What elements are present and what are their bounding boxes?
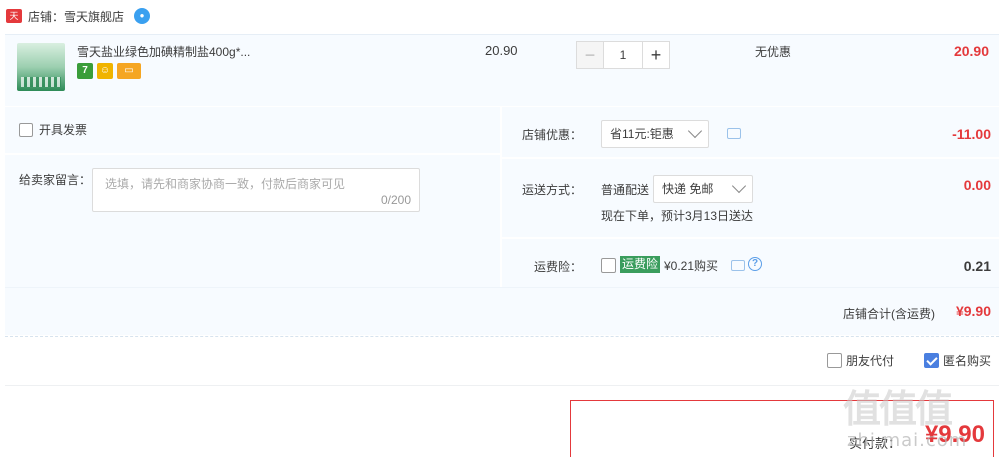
delivery-select[interactable]: 快递 免邮 bbox=[653, 175, 753, 203]
seller-message-label: 给卖家留言： bbox=[19, 173, 92, 187]
unit-price: 20.90 bbox=[485, 43, 518, 58]
anonymous-purchase-checkbox[interactable] bbox=[923, 353, 939, 368]
guarantee-badge-icon[interactable]: ☺ bbox=[97, 63, 113, 79]
watermark-url: zhi.mai.com bbox=[847, 430, 968, 451]
anonymous-purchase-label: 匿名购买 bbox=[942, 354, 991, 368]
shipping-insurance-row: 运费险： 运费险 ¥0.21购买 ? 0.21 bbox=[502, 241, 999, 287]
help-icon[interactable]: ? bbox=[748, 257, 762, 271]
friend-pay-option[interactable]: 朋友代付 bbox=[826, 352, 894, 369]
product-title-link[interactable]: 雪天盐业绿色加碘精制盐400g*... bbox=[77, 43, 277, 60]
delivery-eta: 现在下单，预计3月13日送达 bbox=[601, 209, 754, 223]
insurance-amount: 0.21 bbox=[963, 258, 991, 274]
watermark-logo: 值值值 bbox=[843, 386, 953, 431]
message-icon[interactable] bbox=[731, 260, 745, 271]
anonymous-purchase-option[interactable]: 匿名购买 bbox=[923, 352, 991, 369]
wangwang-chat-icon[interactable]: ● bbox=[134, 8, 151, 24]
shop-discount-value: 省11元:钜惠 bbox=[610, 127, 674, 141]
right-options-panel: 店铺优惠： 省11元:钜惠 -11.00 运送方式： 普通配送 快递 免邮 现在… bbox=[502, 107, 999, 287]
invoice-option[interactable]: 开具发票 bbox=[19, 121, 87, 138]
invoice-checkbox[interactable] bbox=[19, 122, 33, 137]
divider bbox=[5, 336, 999, 337]
insurance-price: ¥0.21购买 bbox=[664, 259, 719, 273]
quantity-decrease-button[interactable]: − bbox=[576, 41, 604, 69]
chevron-down-icon bbox=[687, 123, 703, 139]
divider bbox=[5, 153, 500, 155]
delivery-amount: 0.00 bbox=[963, 177, 991, 193]
product-thumbnail[interactable] bbox=[17, 43, 65, 91]
shop-discount-select[interactable]: 省11元:钜惠 bbox=[601, 120, 709, 148]
shop-discount-amount: -11.00 bbox=[952, 126, 991, 142]
insurance-badge: 运费险 bbox=[620, 256, 661, 273]
cart-item-row: 雪天盐业绿色加碘精制盐400g*... 7 ☺ ▭ 20.90 − 1 + 无优… bbox=[5, 34, 999, 106]
invoice-label: 开具发票 bbox=[39, 123, 88, 137]
delivery-row: 运送方式： 普通配送 快递 免邮 现在下单，预计3月13日送达 0.00 bbox=[502, 161, 999, 239]
friend-pay-label: 朋友代付 bbox=[845, 354, 894, 368]
shop-discount-row: 店铺优惠： 省11元:钜惠 -11.00 bbox=[502, 107, 999, 159]
seller-message-counter: 0/200 bbox=[380, 193, 411, 207]
delivery-select-value: 快递 免邮 bbox=[662, 182, 714, 196]
shop-discount-label: 店铺优惠： bbox=[521, 128, 582, 142]
delivery-method: 普通配送 bbox=[601, 183, 650, 197]
item-subtotal: 20.90 bbox=[953, 43, 989, 59]
seller-message-placeholder: 选填，请先和商家协商一致，付款后商家可见 bbox=[105, 177, 346, 191]
shop-name-link[interactable]: 雪天旗舰店 bbox=[64, 8, 124, 25]
shop-total-row: 店铺合计(含运费) ¥9.90 bbox=[5, 287, 999, 335]
left-options-panel: 开具发票 给卖家留言： 选填，请先和商家协商一致，付款后商家可见 0/200 bbox=[5, 107, 500, 287]
shop-header: 天猫 店铺： 雪天旗舰店 ● bbox=[0, 0, 999, 35]
seller-message-field[interactable]: 选填，请先和商家协商一致，付款后商家可见 0/200 bbox=[92, 168, 420, 212]
friend-pay-checkbox[interactable] bbox=[826, 353, 842, 368]
quantity-stepper: − 1 + bbox=[576, 41, 670, 69]
insurance-checkbox[interactable] bbox=[601, 258, 616, 273]
quantity-increase-button[interactable]: + bbox=[642, 41, 670, 69]
delivery-label: 运送方式： bbox=[521, 183, 582, 197]
message-icon[interactable] bbox=[727, 128, 741, 139]
order-options: 开具发票 给卖家留言： 选填，请先和商家协商一致，付款后商家可见 0/200 店… bbox=[5, 107, 999, 287]
quantity-input[interactable]: 1 bbox=[604, 41, 642, 69]
chevron-down-icon bbox=[731, 178, 747, 194]
item-discount-text: 无优惠 bbox=[755, 45, 792, 59]
service-icons: 7 ☺ ▭ bbox=[77, 63, 141, 79]
shop-total-label: 店铺合计(含运费) bbox=[843, 307, 935, 321]
credit-card-icon[interactable]: ▭ bbox=[117, 63, 141, 79]
shop-total-value: ¥9.90 bbox=[955, 303, 991, 319]
insurance-label: 运费险： bbox=[533, 260, 582, 274]
tmall-logo-icon: 天猫 bbox=[6, 9, 22, 35]
shop-label: 店铺： bbox=[28, 9, 65, 24]
seven-day-return-icon[interactable]: 7 bbox=[77, 63, 93, 79]
watermark: 值值值 zhi.mai.com bbox=[843, 378, 993, 457]
payment-options: 朋友代付 匿名购买 bbox=[826, 352, 991, 369]
